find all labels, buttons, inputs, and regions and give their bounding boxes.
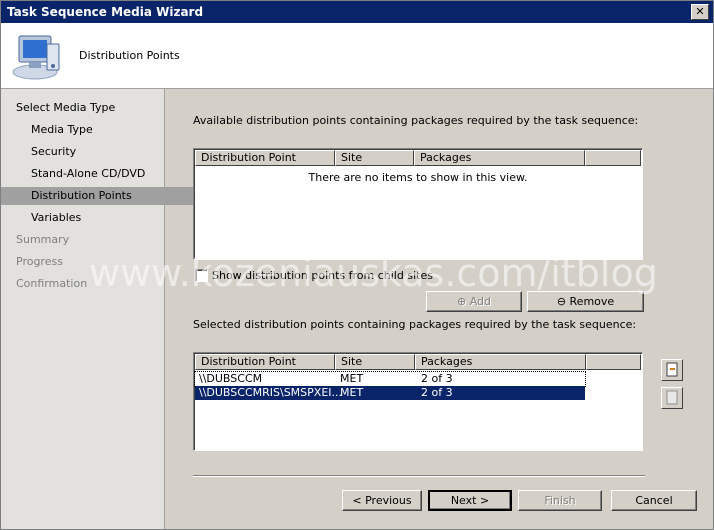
column-header-site[interactable]: Site	[335, 354, 415, 370]
column-header-blank	[586, 354, 641, 370]
empty-list-message: There are no items to show in this view.	[308, 171, 528, 184]
add-dp-icon	[666, 362, 678, 377]
dp-cell: \\DUBSCCM	[199, 372, 263, 385]
nav-item-summary: Summary	[16, 233, 70, 246]
button-separator	[193, 475, 645, 477]
table-row[interactable]: \\DUBSCCM MET 2 of 3	[194, 371, 586, 387]
page-heading: Distribution Points	[79, 49, 180, 62]
wizard-nav: Select Media Type Media Type Security St…	[1, 89, 194, 529]
dp-cell: \\DUBSCCMRIS\SMSPXEI...	[199, 386, 343, 399]
remove-button-label: Remove	[569, 295, 615, 308]
available-dp-label: Available distribution points containing…	[193, 114, 639, 127]
column-header-distribution-point[interactable]: Distribution Point	[195, 150, 335, 166]
packages-cell: 2 of 3	[421, 386, 453, 399]
computer-disc-icon	[12, 35, 60, 80]
nav-item-select-media-type: Select Media Type	[16, 101, 116, 114]
selected-dp-label: Selected distribution points containing …	[193, 318, 637, 331]
packages-cell: 2 of 3	[421, 372, 453, 385]
site-cell: MET	[340, 386, 364, 399]
available-dp-list[interactable]: Distribution Point Site Packages There a…	[193, 148, 643, 260]
remove-dp-icon	[666, 390, 678, 405]
remove-distribution-point-button[interactable]	[661, 387, 683, 409]
add-button-label: Add	[469, 295, 491, 308]
finish-button[interactable]: Finish	[518, 490, 602, 511]
column-header-packages[interactable]: Packages	[415, 354, 586, 370]
column-header-packages[interactable]: Packages	[414, 150, 585, 166]
title-bar: Task Sequence Media Wizard ✕	[1, 1, 713, 23]
close-button[interactable]: ✕	[691, 4, 709, 20]
add-icon: ⊕	[456, 295, 470, 308]
wizard-content: Available distribution points containing…	[165, 89, 713, 529]
table-row[interactable]: \\DUBSCCMRIS\SMSPXEI... MET 2 of 3	[195, 386, 585, 400]
next-button[interactable]: Next >	[428, 490, 512, 511]
watermark-text: www.kozeniauskas.com/itblog	[89, 251, 658, 295]
column-header-blank	[585, 150, 641, 166]
wizard-window: Task Sequence Media Wizard ✕ Distributio…	[0, 0, 714, 530]
window-title: Task Sequence Media Wizard	[7, 5, 204, 19]
cancel-button[interactable]: Cancel	[611, 490, 697, 511]
column-header-site[interactable]: Site	[335, 150, 414, 166]
selected-dp-list[interactable]: Distribution Point Site Packages \\DUBSC…	[193, 352, 643, 451]
remove-icon: ⊖	[556, 295, 570, 308]
wizard-header: Distribution Points	[1, 23, 713, 89]
add-distribution-point-button[interactable]	[661, 359, 683, 381]
column-header-distribution-point[interactable]: Distribution Point	[195, 354, 335, 370]
site-cell: MET	[340, 372, 364, 385]
previous-button[interactable]: < Previous	[342, 490, 422, 511]
